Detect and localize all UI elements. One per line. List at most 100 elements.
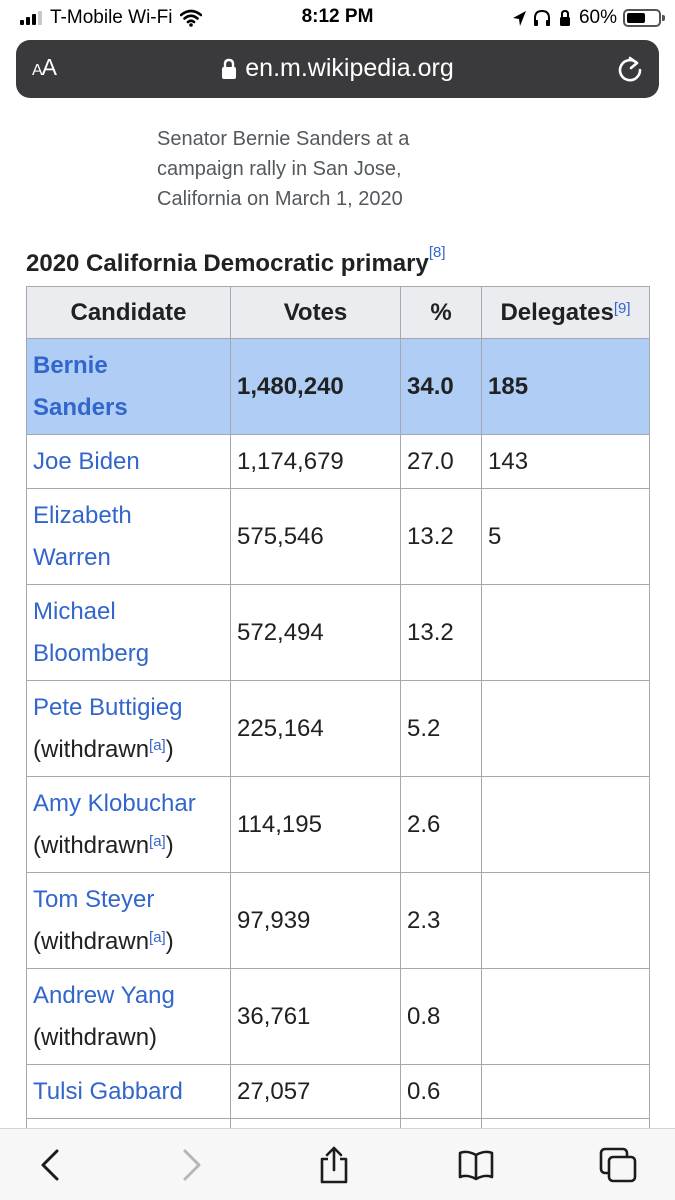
votes-cell: 114,195 xyxy=(230,776,401,873)
image-caption: Senator Bernie Sanders at a campaign ral… xyxy=(157,128,410,210)
percent-cell: 13.2 xyxy=(400,488,482,585)
votes-cell: 225,164 xyxy=(230,680,401,777)
column-header-delegates: Delegates[9] xyxy=(481,286,650,339)
percent-cell: 34.0 xyxy=(400,338,482,435)
percent-cell: 27.0 xyxy=(400,434,482,489)
table-row: Tulsi Gabbard 27,057 0.6 xyxy=(26,1064,650,1119)
table-row: Amy Klobuchar (withdrawn[a]) 114,195 2.6 xyxy=(26,776,650,873)
candidate-cell: Elizabeth Warren xyxy=(26,488,231,585)
candidate-link[interactable]: Andrew Yang xyxy=(33,982,175,1009)
candidate-link[interactable]: Michael Bloomberg xyxy=(33,598,149,667)
address-bar[interactable]: AA en.m.wikipedia.org xyxy=(16,40,659,98)
column-header-candidate: Candidate xyxy=(26,286,231,339)
reference-link[interactable]: [9] xyxy=(614,300,631,317)
reference-link[interactable]: [8] xyxy=(429,244,446,261)
column-header-percent: % xyxy=(400,286,482,339)
votes-cell: 36,761 xyxy=(230,968,401,1065)
tabs-icon xyxy=(599,1147,637,1183)
candidate-cell: Andrew Yang (withdrawn) xyxy=(26,968,231,1065)
table-row: Pete Buttigieg (withdrawn[a]) 225,164 5.2 xyxy=(26,680,650,777)
delegates-cell xyxy=(481,776,650,873)
votes-cell: 572,494 xyxy=(230,584,401,681)
percent-cell xyxy=(400,1118,482,1128)
delegates-cell xyxy=(481,1118,650,1128)
percent-cell: 5.2 xyxy=(400,680,482,777)
article-content[interactable]: Senator Bernie Sanders at a campaign ral… xyxy=(0,98,675,1128)
note-link[interactable]: [a] xyxy=(149,737,166,754)
reload-icon[interactable] xyxy=(617,55,643,83)
percent-cell: 13.2 xyxy=(400,584,482,681)
delegates-cell xyxy=(481,1064,650,1119)
battery-percent: 60% xyxy=(578,7,617,28)
table-row: Joe Biden 1,174,679 27.0 143 xyxy=(26,434,650,489)
note-link[interactable]: [a] xyxy=(149,929,166,946)
orientation-lock-icon xyxy=(559,9,570,26)
bookmarks-button[interactable] xyxy=(456,1145,496,1185)
percent-cell: 2.6 xyxy=(400,776,482,873)
share-icon xyxy=(320,1146,348,1184)
table-row xyxy=(26,1118,650,1128)
results-table: Candidate Votes % Delegates[9] Bernie San… xyxy=(26,286,650,1128)
delegates-cell: 5 xyxy=(481,488,650,585)
withdrawn-note: (withdrawn[a]) xyxy=(33,927,174,955)
url-field[interactable]: en.m.wikipedia.org xyxy=(16,54,659,83)
table-row: Elizabeth Warren 575,546 13.2 5 xyxy=(26,488,650,585)
table-row: Michael Bloomberg 572,494 13.2 xyxy=(26,584,650,681)
table-title: 2020 California Democratic primary[8] xyxy=(26,244,446,277)
votes-cell: 27,057 xyxy=(230,1064,401,1119)
candidate-cell: Tom Steyer (withdrawn[a]) xyxy=(26,872,231,969)
delegates-cell xyxy=(481,584,650,681)
table-header-row: Candidate Votes % Delegates[9] xyxy=(26,286,650,339)
status-right: 60% xyxy=(512,7,665,29)
table-row: Andrew Yang (withdrawn) 36,761 0.8 xyxy=(26,968,650,1065)
location-arrow-icon xyxy=(512,10,526,26)
percent-cell: 2.3 xyxy=(400,872,482,969)
percent-cell: 0.8 xyxy=(400,968,482,1065)
delegates-cell: 143 xyxy=(481,434,650,489)
url-text[interactable]: en.m.wikipedia.org xyxy=(245,54,453,83)
candidate-cell: Bernie Sanders xyxy=(26,338,231,435)
votes-cell: 97,939 xyxy=(230,872,401,969)
candidate-link[interactable]: Pete Buttigieg xyxy=(33,694,182,721)
bookmarks-icon xyxy=(458,1150,494,1181)
candidate-link[interactable]: Tulsi Gabbard xyxy=(33,1078,183,1105)
column-header-votes: Votes xyxy=(230,286,401,339)
votes-cell xyxy=(230,1118,401,1128)
status-bar: T-Mobile Wi-Fi 8:12 PM 60% xyxy=(0,0,675,36)
battery-icon xyxy=(623,9,665,27)
withdrawn-note: (withdrawn[a]) xyxy=(33,735,174,763)
candidate-link[interactable]: Tom Steyer xyxy=(33,886,154,913)
percent-cell: 0.6 xyxy=(400,1064,482,1119)
forward-button[interactable] xyxy=(172,1145,212,1185)
candidate-cell: Joe Biden xyxy=(26,434,231,489)
candidate-link[interactable]: Amy Klobuchar xyxy=(33,790,196,817)
votes-cell: 1,480,240 xyxy=(230,338,401,435)
lock-icon xyxy=(222,58,237,79)
back-icon xyxy=(41,1149,59,1181)
delegates-cell xyxy=(481,872,650,969)
delegates-cell xyxy=(481,680,650,777)
headphones-icon xyxy=(533,9,550,26)
note-link[interactable]: [a] xyxy=(149,833,166,850)
candidate-link[interactable]: Bernie Sanders xyxy=(33,352,128,421)
table-row-winner: Bernie Sanders 1,480,240 34.0 185 xyxy=(26,338,650,435)
candidate-cell: Michael Bloomberg xyxy=(26,584,231,681)
candidate-link[interactable]: Elizabeth Warren xyxy=(33,502,132,571)
delegates-cell: 185 xyxy=(481,338,650,435)
forward-icon xyxy=(183,1149,201,1181)
votes-cell: 1,174,679 xyxy=(230,434,401,489)
withdrawn-note: (withdrawn[a]) xyxy=(33,831,174,859)
candidate-cell: Amy Klobuchar (withdrawn[a]) xyxy=(26,776,231,873)
candidate-link[interactable]: Joe Biden xyxy=(33,448,140,475)
delegates-cell xyxy=(481,968,650,1065)
candidate-cell xyxy=(26,1118,231,1128)
browser-toolbar xyxy=(0,1128,675,1200)
candidate-cell: Pete Buttigieg (withdrawn[a]) xyxy=(26,680,231,777)
votes-cell: 575,546 xyxy=(230,488,401,585)
share-button[interactable] xyxy=(314,1145,354,1185)
back-button[interactable] xyxy=(30,1145,70,1185)
candidate-cell: Tulsi Gabbard xyxy=(26,1064,231,1119)
tabs-button[interactable] xyxy=(598,1145,638,1185)
table-row: Tom Steyer (withdrawn[a]) 97,939 2.3 xyxy=(26,872,650,969)
battery-fill xyxy=(627,13,645,23)
